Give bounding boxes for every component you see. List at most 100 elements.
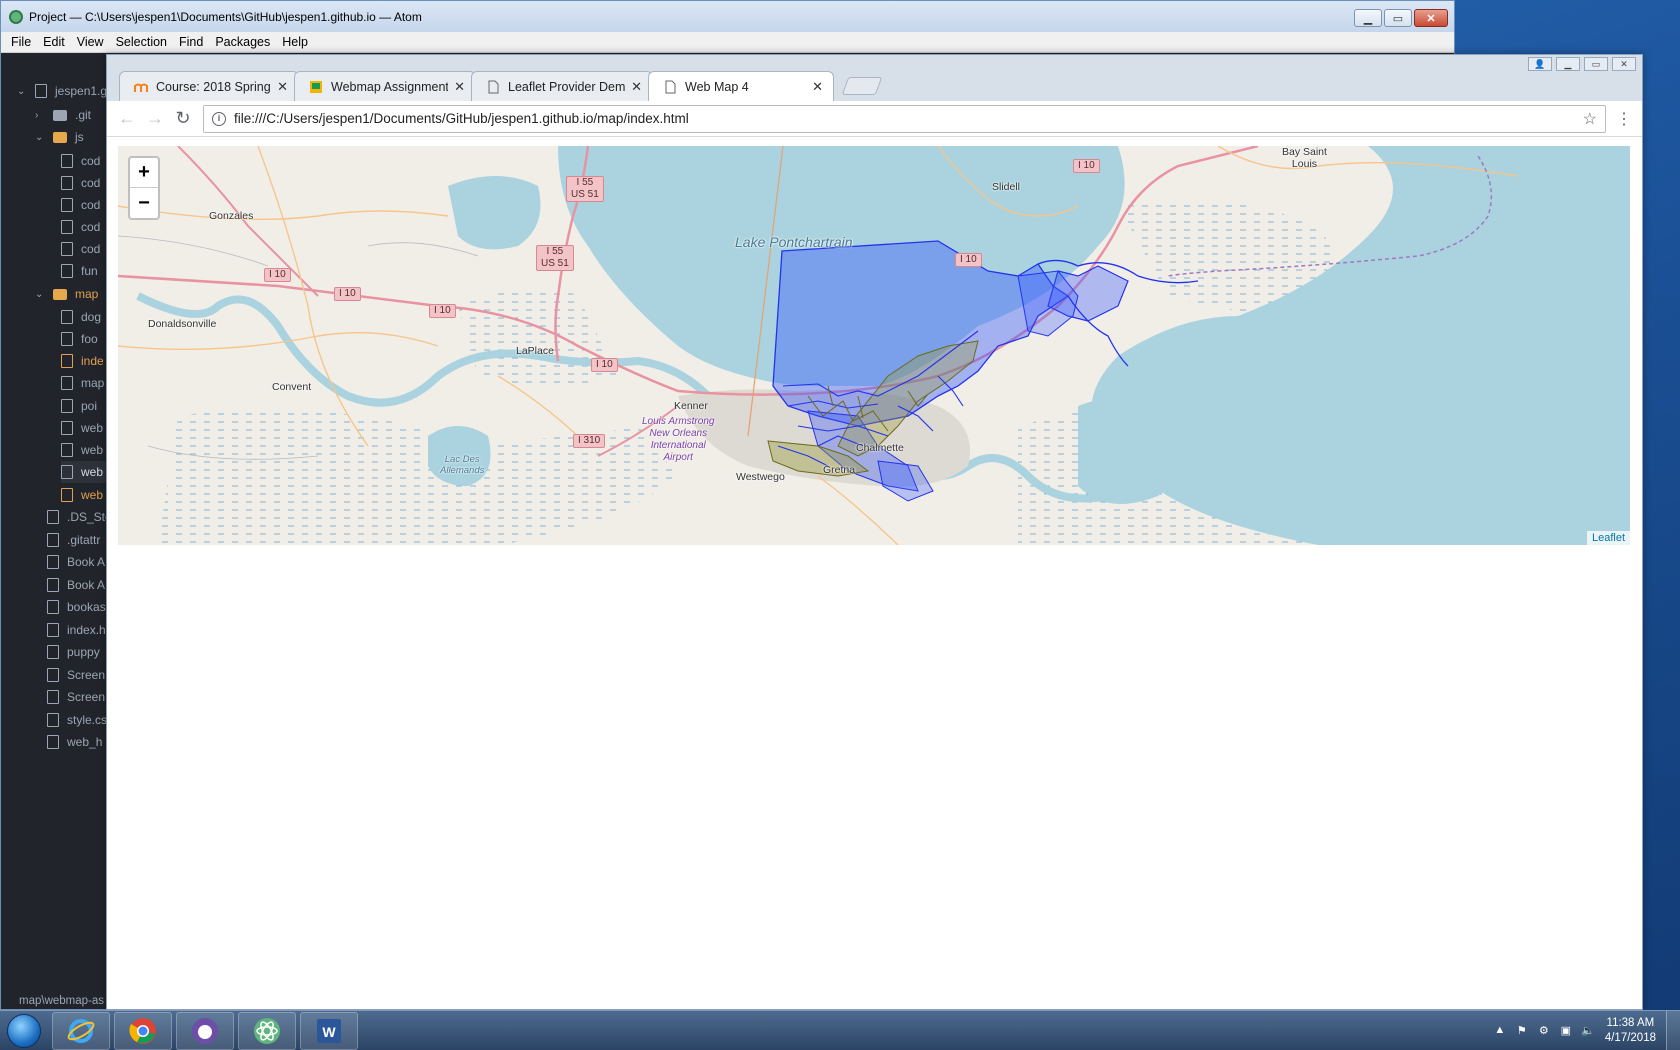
tree-item[interactable]: web — [61, 439, 103, 461]
settings-gear-icon[interactable]: ⚙ — [1536, 1024, 1552, 1038]
tree-item[interactable]: cod — [61, 216, 100, 238]
tree-item[interactable]: puppy — [47, 641, 100, 663]
tree-item[interactable]: bookas — [47, 596, 106, 618]
taskbar-app-chrome[interactable] — [114, 1011, 172, 1050]
tree-item[interactable]: map — [61, 372, 104, 394]
tree-item[interactable]: web — [61, 417, 103, 439]
tree-item[interactable]: web — [61, 484, 103, 506]
tree-item[interactable]: Screen — [47, 664, 105, 686]
place-bay-saint-louis: Bay Saint Louis — [1282, 146, 1327, 170]
tree-item-label: js — [75, 130, 84, 144]
highway-shield: I 10 — [429, 304, 456, 318]
taskbar-app-word[interactable]: W — [300, 1011, 358, 1050]
maximize-button[interactable]: ▭ — [1384, 9, 1412, 27]
menu-file[interactable]: File — [5, 35, 37, 49]
tree-item[interactable]: Screen — [47, 686, 105, 708]
image-file-icon — [61, 310, 73, 324]
tree-item[interactable]: ⌄ jespen1.gi — [17, 80, 106, 102]
taskbar-app-internet-explorer[interactable] — [52, 1011, 110, 1050]
file-icon — [61, 198, 73, 212]
menu-edit[interactable]: Edit — [37, 35, 71, 49]
back-button[interactable]: ← — [113, 105, 141, 133]
zoom-in-button[interactable]: + — [130, 158, 158, 188]
network-icon[interactable]: ▣ — [1558, 1024, 1574, 1038]
tree-item[interactable]: ⌄ map — [35, 283, 98, 305]
volume-icon[interactable]: 🔈 — [1580, 1024, 1596, 1038]
tree-item[interactable]: foo — [61, 328, 98, 350]
image-file-icon — [47, 735, 59, 749]
profile-icon[interactable]: 👤 — [1528, 57, 1552, 71]
tree-item[interactable]: cod — [61, 172, 100, 194]
info-icon[interactable]: i — [212, 111, 226, 126]
tree-item[interactable]: Book A — [47, 551, 105, 573]
tree-item[interactable]: poi — [61, 395, 97, 417]
minimize-button[interactable]: ▁ — [1556, 57, 1580, 71]
tab-close-icon[interactable]: ✕ — [454, 79, 465, 95]
tree-item[interactable]: .gitattr — [47, 529, 100, 551]
file-icon — [61, 488, 73, 502]
tree-item[interactable]: web — [61, 461, 106, 483]
tree-item[interactable]: dog — [61, 306, 101, 328]
tree-item-label: cod — [81, 198, 101, 212]
atom-menubar: File Edit View Selection Find Packages H… — [1, 32, 1454, 53]
taskbar-app-github-desktop[interactable] — [176, 1011, 234, 1050]
menu-packages[interactable]: Packages — [209, 35, 276, 49]
tree-item[interactable]: cod — [61, 194, 100, 216]
close-button[interactable]: ✕ — [1414, 9, 1448, 27]
menu-find[interactable]: Find — [173, 35, 209, 49]
tab-close-icon[interactable]: ✕ — [812, 79, 823, 95]
atom-titlebar[interactable]: Project — C:\Users\jespen1\Documents\Git… — [1, 1, 1454, 32]
address-bar-url[interactable]: file:///C:/Users/jespen1/Documents/GitHu… — [234, 111, 1583, 126]
tree-item[interactable]: style.cs — [47, 709, 106, 731]
tree-item-label: .gitattr — [67, 533, 101, 547]
new-tab-button[interactable] — [841, 77, 883, 95]
chevron-down-icon: ⌄ — [35, 131, 44, 143]
chrome-menu-icon[interactable]: ⋮ — [1612, 109, 1636, 129]
moodle-icon — [134, 83, 148, 92]
file-icon — [61, 154, 73, 168]
address-bar[interactable]: i file:///C:/Users/jespen1/Documents/Git… — [203, 104, 1606, 133]
tree-item[interactable]: fun — [61, 260, 98, 282]
tree-item[interactable]: cod — [61, 238, 100, 260]
tree-item[interactable]: web_h — [47, 731, 102, 753]
reload-button[interactable]: ↻ — [169, 105, 197, 133]
place-slidell: Slidell — [992, 181, 1021, 193]
maximize-button[interactable]: ▭ — [1584, 57, 1608, 71]
leaflet-map[interactable]: + − Lake Pontchartrain Gonzales Donaldso… — [118, 146, 1630, 545]
start-button[interactable] — [0, 1011, 48, 1050]
tree-item[interactable]: Book A — [47, 574, 105, 596]
tree-item[interactable]: index.h — [47, 619, 106, 641]
show-hidden-icons-icon[interactable]: ▲ — [1492, 1024, 1508, 1038]
tab-close-icon[interactable]: ✕ — [277, 79, 288, 95]
tab-webmap-assignment[interactable]: Webmap Assignment 05 ✕ — [294, 71, 476, 101]
tree-item-label: cod — [81, 242, 101, 256]
menu-selection[interactable]: Selection — [110, 35, 173, 49]
tree-item[interactable]: .DS_Sto — [47, 506, 106, 528]
tree-item[interactable]: › .git — [35, 104, 91, 126]
taskbar-app-atom[interactable] — [238, 1011, 296, 1050]
bookmark-star-icon[interactable]: ☆ — [1583, 109, 1597, 129]
tab-leaflet-provider-demo[interactable]: Leaflet Provider Demo ✕ — [471, 71, 653, 101]
menu-help[interactable]: Help — [276, 35, 314, 49]
zoom-out-button[interactable]: − — [130, 188, 158, 218]
forward-button[interactable]: → — [141, 105, 169, 133]
leaflet-attribution-link[interactable]: Leaflet — [1586, 531, 1630, 545]
file-icon — [47, 533, 59, 547]
close-button[interactable]: ✕ — [1612, 57, 1636, 71]
tree-item[interactable]: inde — [61, 350, 104, 372]
tab-web-map-4[interactable]: Web Map 4 ✕ — [648, 71, 834, 101]
tree-item[interactable]: cod — [61, 150, 100, 172]
show-desktop-button[interactable] — [1666, 1011, 1680, 1050]
tree-item[interactable]: ⌄ js — [35, 126, 84, 148]
tree-item-label: poi — [81, 399, 98, 413]
tab-course[interactable]: Course: 2018 Spring GEO ✕ — [119, 71, 299, 101]
minimize-button[interactable]: ▁ — [1354, 9, 1382, 27]
file-icon — [61, 220, 73, 234]
tab-close-icon[interactable]: ✕ — [631, 79, 642, 95]
menu-view[interactable]: View — [71, 35, 110, 49]
taskbar-clock[interactable]: 11:38 AM 4/17/2018 — [1605, 1016, 1656, 1046]
action-center-flag-icon[interactable]: ⚑ — [1514, 1024, 1530, 1038]
tree-item-label: bookas — [67, 600, 106, 614]
tree-item-label: web_h — [67, 735, 103, 749]
chevron-down-icon: ⌄ — [35, 288, 44, 300]
